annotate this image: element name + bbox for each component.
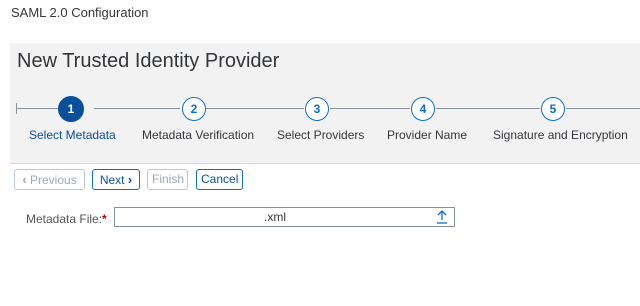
previous-button[interactable]: ‹ Previous (14, 169, 85, 190)
progress-line (436, 108, 540, 109)
chevron-left-icon: ‹ (22, 172, 27, 187)
metadata-file-label: Metadata File:* (26, 212, 107, 226)
metadata-file-label-text: Metadata File: (26, 212, 103, 226)
step-3-circle[interactable]: 3 (305, 97, 329, 121)
upload-icon[interactable] (436, 209, 448, 225)
cancel-button[interactable]: Cancel (196, 169, 243, 190)
step-2-label[interactable]: Metadata Verification (142, 128, 254, 142)
metadata-file-value: .xml (264, 210, 286, 224)
metadata-file-input[interactable]: .xml (114, 207, 455, 227)
wizard-progress: 1 2 3 4 5 Select Metadata Metadata Verif… (10, 43, 640, 163)
app-header: SAML 2.0 Configuration (0, 0, 640, 28)
progress-line (206, 108, 304, 109)
finish-button[interactable]: Finish (147, 169, 188, 190)
finish-button-label: Finish (152, 172, 185, 186)
step-5-circle[interactable]: 5 (541, 97, 565, 121)
step-1-circle[interactable]: 1 (58, 96, 84, 122)
step-2-circle[interactable]: 2 (182, 97, 206, 121)
step-1-label[interactable]: Select Metadata (29, 128, 116, 142)
previous-button-label: Previous (30, 173, 77, 187)
step-4-label[interactable]: Provider Name (387, 128, 467, 142)
progress-line (330, 108, 410, 109)
chevron-right-icon: › (127, 172, 133, 187)
wizard-panel: New Trusted Identity Provider 1 2 3 4 5 … (10, 43, 640, 164)
step-5-label[interactable]: Signature and Encryption (493, 128, 628, 142)
cancel-button-label: Cancel (201, 172, 239, 186)
next-button[interactable]: Next › (92, 169, 140, 190)
required-marker: * (102, 212, 107, 226)
progress-line (94, 108, 180, 109)
app-title: SAML 2.0 Configuration (11, 5, 149, 20)
wizard-toolbar: ‹ Previous Next › Finish Cancel (10, 166, 640, 194)
step-4-circle[interactable]: 4 (411, 97, 435, 121)
next-button-label: Next (99, 173, 125, 187)
step-3-label[interactable]: Select Providers (277, 128, 364, 142)
progress-line (566, 108, 640, 109)
